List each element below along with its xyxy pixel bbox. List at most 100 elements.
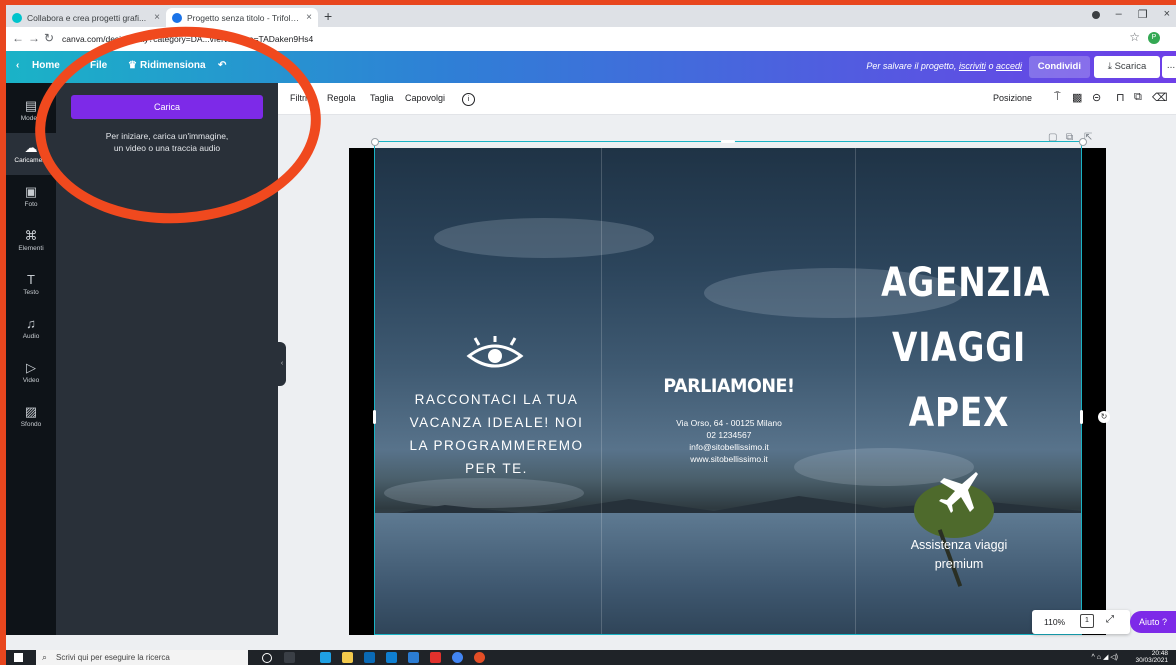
- adjust-button[interactable]: Regola: [327, 93, 356, 103]
- paint-roller-icon[interactable]: ⍑: [1054, 91, 1061, 104]
- position-button[interactable]: Posizione: [993, 93, 1032, 103]
- save-prompt-text: Per salvare il progetto,: [866, 61, 957, 71]
- resize-menu[interactable]: Ridimensiona: [140, 60, 206, 71]
- download-label: Scarica: [1114, 61, 1147, 72]
- rotate-icon[interactable]: ↻: [1098, 411, 1110, 423]
- chrome-icon[interactable]: [452, 652, 463, 663]
- canva-favicon-icon: [172, 12, 182, 23]
- undo-icon[interactable]: ↶: [218, 60, 226, 71]
- rail-item-video[interactable]: ▷ Video: [6, 360, 56, 385]
- close-window-icon[interactable]: ×: [1164, 8, 1170, 21]
- resize-handle-top[interactable]: [721, 140, 735, 143]
- app-icon[interactable]: [474, 652, 485, 663]
- url-field[interactable]: canva.com/design/play?category=DA...vfeN…: [62, 31, 313, 47]
- home-chevron-icon[interactable]: ‹: [16, 60, 19, 71]
- task-view-icon[interactable]: [284, 652, 295, 663]
- template-icon: ▤: [24, 98, 38, 113]
- left-sidebar-rail: ▤ Modelli ☁ Caricame... ▣ Foto ⌘ Element…: [6, 83, 56, 635]
- video-icon: ▷: [26, 360, 36, 375]
- upload-button[interactable]: Carica: [71, 95, 263, 119]
- rail-label: Modelli: [20, 115, 42, 122]
- resize-handle-left[interactable]: [373, 410, 376, 424]
- new-tab-button[interactable]: +: [324, 8, 332, 24]
- store-icon[interactable]: [364, 652, 375, 663]
- rail-label: Elementi: [18, 245, 44, 252]
- system-tray-icons[interactable]: ^ ⌂ ◢ ◁): [1092, 653, 1118, 661]
- close-tab-icon[interactable]: ×: [154, 12, 160, 23]
- link-icon[interactable]: ⊝: [1092, 91, 1101, 104]
- profile-avatar[interactable]: P: [1148, 32, 1160, 44]
- upload-hint-line: un video o una traccia audio: [113, 143, 221, 153]
- taskbar-search[interactable]: ⌕ Scrivi qui per eseguire la ricerca: [36, 650, 248, 665]
- clock-time: 20:48: [1151, 650, 1168, 657]
- upload-hint: Per iniziare, carica un'immagine, un vid…: [71, 130, 263, 154]
- app-icon[interactable]: [430, 652, 441, 663]
- background-icon: ▨: [24, 404, 38, 419]
- fullscreen-icon[interactable]: ⤢: [1106, 614, 1114, 625]
- resize-handle-top-right[interactable]: [1079, 138, 1087, 146]
- rail-item-elements[interactable]: ⌘ Elementi: [6, 229, 56, 253]
- selection-outline: [374, 141, 1082, 635]
- address-bar: ← → ↻ canva.com/design/play?category=DA.…: [6, 27, 1176, 52]
- close-tab-icon[interactable]: ×: [306, 12, 312, 23]
- signup-link[interactable]: iscriviti: [959, 61, 986, 71]
- share-button[interactable]: Condividi: [1028, 56, 1090, 78]
- forward-arrow-icon[interactable]: →: [28, 31, 40, 45]
- home-link[interactable]: Home: [32, 60, 60, 71]
- text-icon: T: [27, 272, 35, 287]
- login-link[interactable]: accedi: [996, 61, 1022, 71]
- collapse-panel-handle[interactable]: ‹: [278, 342, 286, 386]
- rail-item-background[interactable]: ▨ Sfondo: [6, 404, 56, 429]
- more-button[interactable]: ...: [1162, 56, 1176, 78]
- download-icon: ⤓: [1107, 61, 1112, 72]
- tab-title: Collabora e crea progetti grafi...: [27, 12, 147, 23]
- rail-label: Sfondo: [20, 421, 42, 428]
- taskbar-search-placeholder: Scrivi qui per eseguire la ricerca: [56, 653, 170, 662]
- lock-icon[interactable]: ⊓: [1116, 91, 1125, 104]
- crop-button[interactable]: Taglia: [370, 93, 394, 103]
- help-button[interactable]: Aiuto ?: [1130, 611, 1176, 633]
- record-indicator-icon: [1091, 11, 1100, 19]
- save-prompt: Per salvare il progetto, iscriviti o acc…: [866, 61, 1022, 71]
- resize-handle-right[interactable]: [1080, 410, 1083, 424]
- rail-item-photos[interactable]: ▣ Foto: [6, 184, 56, 209]
- back-arrow-icon[interactable]: ←: [12, 31, 24, 45]
- rail-label: Caricame...: [14, 157, 48, 164]
- rail-item-audio[interactable]: ♫ Audio: [6, 317, 56, 341]
- clock-date: 30/03/2021: [1135, 657, 1168, 664]
- system-clock[interactable]: 20:48 30/03/2021: [1135, 650, 1168, 665]
- transparency-icon[interactable]: ▩: [1072, 91, 1082, 104]
- minimize-icon[interactable]: –: [1116, 8, 1122, 21]
- delete-icon[interactable]: ⌫: [1152, 91, 1168, 104]
- file-menu[interactable]: File: [90, 60, 107, 71]
- filter-button[interactable]: Filtri: [290, 93, 307, 103]
- edge-icon[interactable]: [320, 652, 331, 663]
- zoom-control: 110% 1 ⤢: [1032, 610, 1130, 634]
- zoom-value[interactable]: 110%: [1044, 617, 1065, 627]
- download-button[interactable]: ⤓ Scarica: [1094, 56, 1160, 78]
- reload-icon[interactable]: ↻: [44, 31, 54, 45]
- bookmark-star-icon[interactable]: ☆: [1129, 30, 1140, 44]
- upload-cloud-icon: ☁: [24, 140, 38, 155]
- rail-item-templates[interactable]: ▤ Modelli: [6, 91, 56, 125]
- browser-tab-current-project[interactable]: Progetto senza titolo - Trifold Br... ×: [166, 8, 318, 27]
- browser-tab-canva-home[interactable]: Collabora e crea progetti grafi... ×: [6, 8, 166, 27]
- photo-icon: ▣: [24, 184, 38, 199]
- uploads-panel: Carica Per iniziare, carica un'immagine,…: [56, 83, 278, 635]
- rail-item-text[interactable]: T Testo: [6, 272, 56, 297]
- resize-icon[interactable]: ♛: [128, 60, 137, 71]
- page-count[interactable]: 1: [1080, 614, 1094, 628]
- image-toolbar: Filtri Regola Taglia Capovolgi i Posizio…: [278, 83, 1176, 115]
- cortana-icon[interactable]: [262, 653, 272, 663]
- rail-item-uploads[interactable]: ☁ Caricame...: [6, 133, 56, 175]
- flip-button[interactable]: Capovolgi: [405, 93, 445, 103]
- file-explorer-icon[interactable]: [342, 652, 353, 663]
- app-icon[interactable]: [408, 652, 419, 663]
- windows-start-icon[interactable]: [14, 653, 23, 662]
- duplicate-icon[interactable]: ⧉: [1134, 91, 1142, 104]
- restore-icon[interactable]: ❐: [1138, 8, 1148, 21]
- info-icon[interactable]: i: [462, 93, 475, 106]
- windows-taskbar: ⌕ Scrivi qui per eseguire la ricerca ^ ⌂…: [6, 650, 1176, 665]
- mail-icon[interactable]: [386, 652, 397, 663]
- resize-handle-top-left[interactable]: [371, 138, 379, 146]
